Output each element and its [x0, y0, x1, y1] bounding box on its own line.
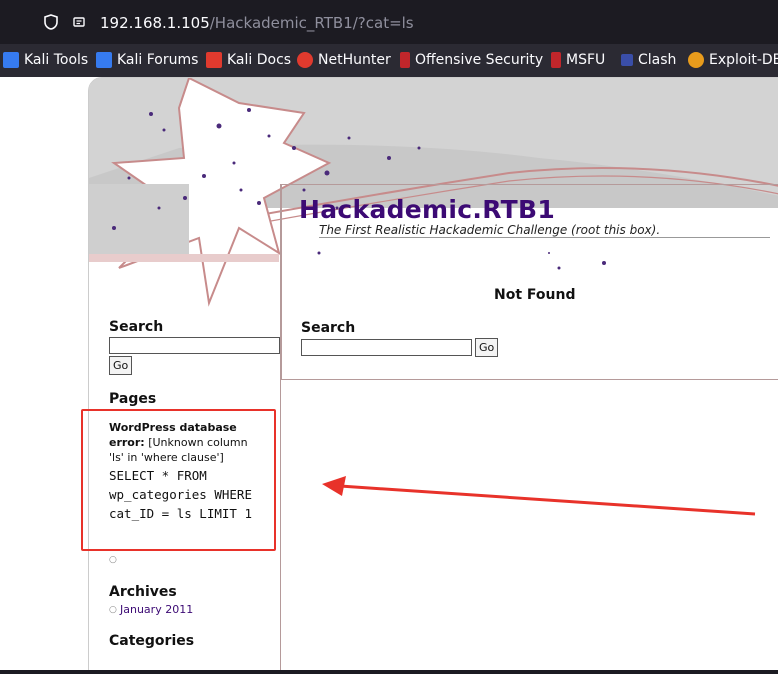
url-path: /Hackademic_RTB1/?cat=ls [209, 14, 414, 32]
sidebar-go-button[interactable]: Go [109, 356, 133, 375]
bookmark-msfu[interactable]: MSFU [551, 52, 605, 68]
site-title[interactable]: Hackademic.RTB1 [299, 195, 555, 224]
bookmarks-toolbar: Kali Tools Kali Forums Kali Docs NetHunt… [0, 44, 778, 77]
bookmark-exploit-db[interactable]: Exploit-DB [688, 52, 778, 68]
bookmark-kali-forums[interactable]: Kali Forums [96, 52, 198, 68]
url-host: 192.168.1.105 [100, 14, 210, 32]
bookmark-nethunter[interactable]: NetHunter [297, 52, 391, 68]
archive-link-january-2011[interactable]: January 2011 [120, 603, 193, 616]
archives-heading: Archives [109, 584, 177, 600]
nethunter-icon [297, 52, 313, 68]
list-bullet: ○ [109, 605, 117, 615]
msfu-icon [551, 52, 561, 68]
pages-heading: Pages [109, 391, 157, 407]
kali-dragon-icon [96, 52, 112, 68]
sidebar-search-label: Search [109, 319, 164, 335]
content-search-label: Search [301, 320, 356, 336]
offsec-icon [400, 52, 410, 68]
web-page: Hackademic.RTB1 The First Realistic Hack… [0, 77, 778, 674]
clash-icon [621, 54, 633, 66]
bookmark-offensive-security[interactable]: Offensive Security [400, 52, 543, 68]
annotation-arrow-icon [322, 476, 756, 516]
shield-icon[interactable] [44, 14, 58, 30]
site-tagline: The First Realistic Hackademic Challenge… [319, 223, 771, 238]
url-text[interactable]: 192.168.1.105/Hackademic_RTB1/?cat=ls [100, 14, 414, 32]
page-info-icon[interactable] [72, 15, 86, 29]
exploit-db-icon [688, 52, 704, 68]
not-found-heading: Not Found [494, 287, 576, 303]
window-bottom-edge [0, 670, 778, 674]
content-go-button[interactable]: Go [475, 338, 499, 357]
annotation-highlight-box [81, 409, 276, 551]
docs-icon [206, 52, 222, 68]
sidebar-search-input[interactable] [109, 337, 280, 354]
bookmark-clash[interactable]: Clash [621, 52, 676, 68]
bookmark-kali-docs[interactable]: Kali Docs [206, 52, 291, 68]
browser-url-bar[interactable]: 192.168.1.105/Hackademic_RTB1/?cat=ls [0, 0, 778, 44]
bookmark-kali-tools[interactable]: Kali Tools [3, 52, 88, 68]
kali-dragon-icon [3, 52, 19, 68]
site-container: Hackademic.RTB1 The First Realistic Hack… [88, 77, 778, 672]
content-search-input[interactable] [301, 339, 472, 356]
categories-heading: Categories [109, 633, 195, 649]
list-bullet: ○ [109, 555, 117, 565]
